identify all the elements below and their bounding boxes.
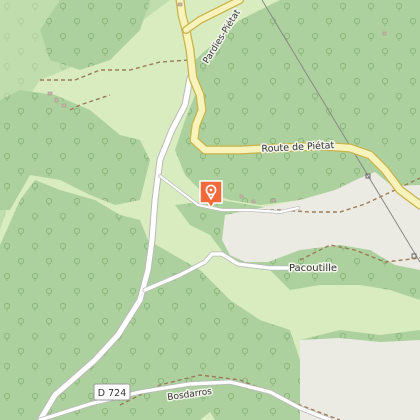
road-shield-d724: D 724 xyxy=(93,383,131,401)
map-canvas: Route de Piétat Pardies-Piétat Pacoutill… xyxy=(0,0,420,420)
place-label-pacoutille: Pacoutille xyxy=(289,263,337,274)
map-view[interactable]: Route de Piétat Pardies-Piétat Pacoutill… xyxy=(0,0,420,420)
road-ref-label: D 724 xyxy=(98,388,126,399)
